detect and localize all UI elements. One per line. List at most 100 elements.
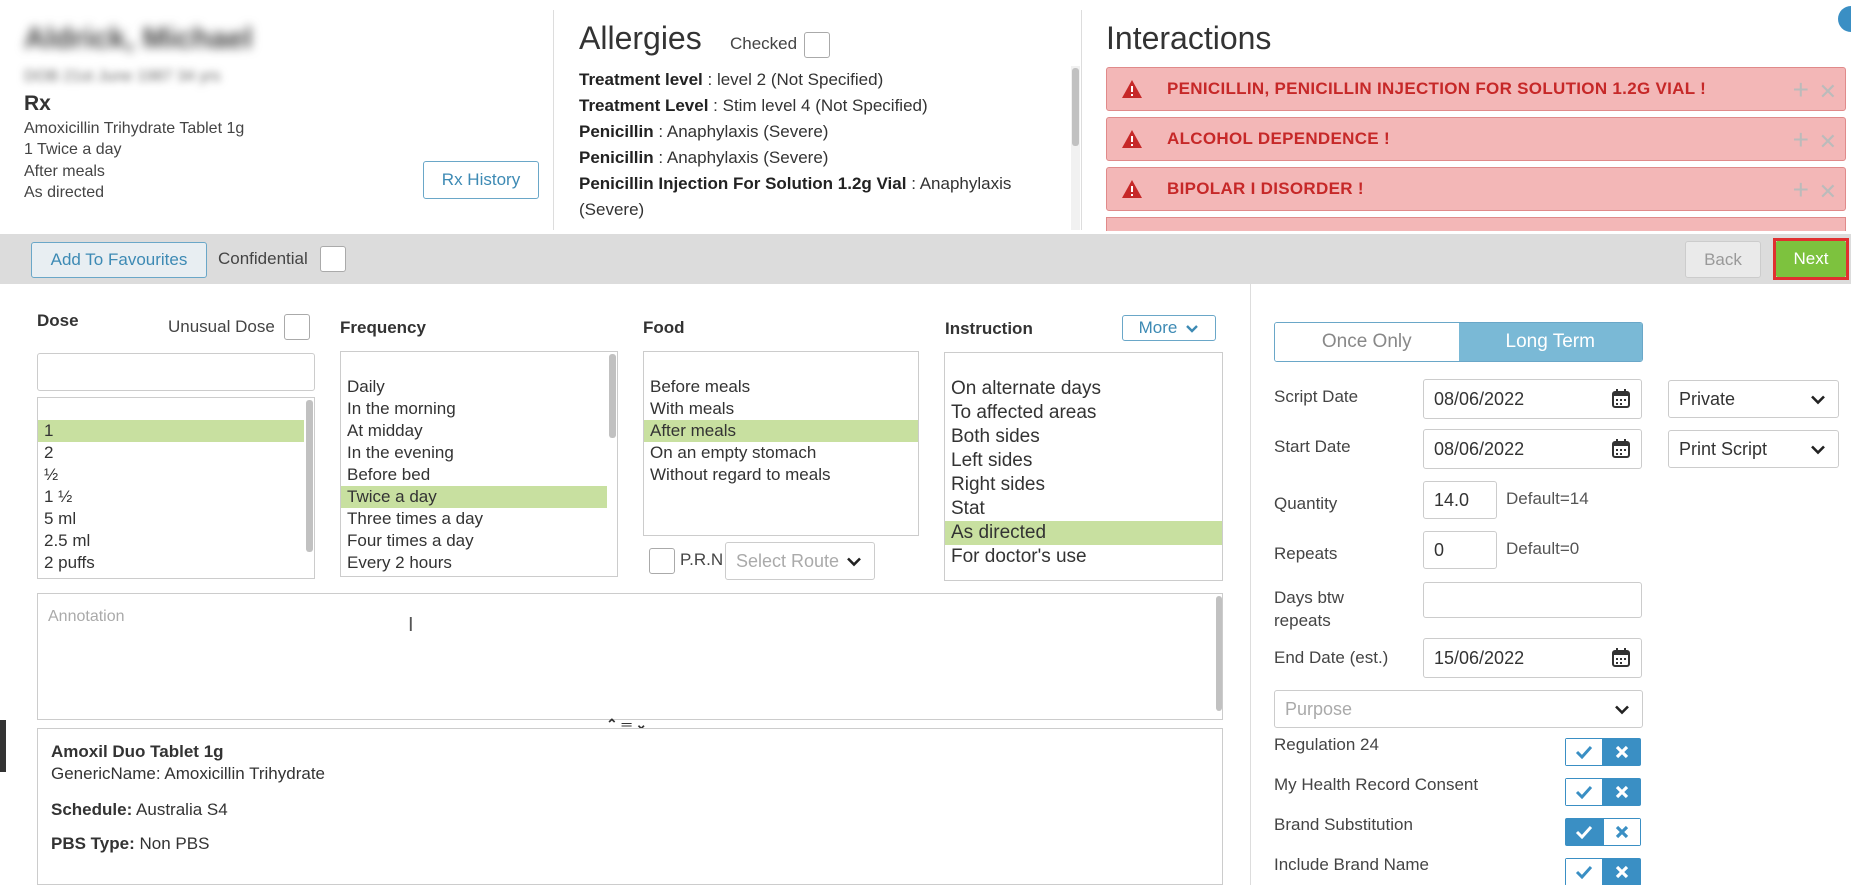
frequency-option[interactable]: Four times a day	[341, 530, 617, 552]
duration-toggle[interactable]: Once Only Long Term	[1274, 322, 1643, 362]
frequency-list[interactable]: Daily In the morning At midday In the ev…	[340, 351, 618, 577]
side-tab[interactable]	[0, 720, 6, 772]
interaction-alert[interactable]: PENICILLIN, PENICILLIN INJECTION FOR SOL…	[1106, 67, 1846, 111]
more-button[interactable]: More	[1122, 315, 1216, 341]
frequency-option[interactable]: In the morning	[341, 398, 617, 420]
food-option[interactable]: On an empty stomach	[644, 442, 918, 464]
next-button[interactable]: Next	[1776, 241, 1846, 277]
route-select[interactable]: Select Route	[725, 542, 875, 580]
end-date-input[interactable]: 15/06/2022	[1423, 638, 1642, 678]
food-option[interactable]: After meals	[644, 420, 918, 442]
quantity-default: Default=14	[1506, 489, 1589, 508]
help-icon[interactable]	[1838, 6, 1851, 32]
quantity-input[interactable]: 14.0	[1423, 481, 1497, 519]
instruction-option[interactable]: On alternate days	[945, 377, 1222, 401]
instruction-option[interactable]: For doctor's use	[945, 545, 1222, 569]
add-to-favourites-button[interactable]: Add To Favourites	[31, 242, 207, 278]
dose-scrollbar-thumb[interactable]	[306, 400, 313, 552]
rx-history-button[interactable]: Rx History	[423, 161, 539, 199]
include-brand-name-toggle[interactable]	[1565, 858, 1641, 885]
instruction-option[interactable]: Left sides	[945, 449, 1222, 473]
close-icon[interactable]: ✕	[1819, 179, 1837, 205]
food-option[interactable]: Without regard to meals	[644, 464, 918, 486]
calendar-icon[interactable]	[1611, 648, 1631, 673]
instruction-option[interactable]: To affected areas	[945, 401, 1222, 425]
script-date-input[interactable]: 08/06/2022	[1423, 379, 1642, 419]
interaction-alert[interactable]: ALCOHOL DEPENDENCE ! + ✕	[1106, 117, 1846, 161]
calendar-icon[interactable]	[1611, 439, 1631, 464]
days-between-input[interactable]	[1423, 582, 1642, 618]
dose-option[interactable]: 1	[38, 420, 304, 442]
instruction-list[interactable]: On alternate days To affected areas Both…	[944, 352, 1223, 581]
brand-substitution-toggle[interactable]	[1565, 818, 1641, 846]
yes-check-icon[interactable]	[1565, 818, 1603, 846]
instruction-option[interactable]: Stat	[945, 497, 1222, 521]
frequency-option[interactable]: Daily	[341, 376, 617, 398]
calendar-icon[interactable]	[1611, 389, 1631, 414]
frequency-option[interactable]: Twice a day	[341, 486, 607, 508]
long-term-option[interactable]: Long Term	[1458, 323, 1642, 361]
rx-dose-line: 1 Twice a day	[24, 141, 122, 158]
drug-details-panel: Amoxil Duo Tablet 1g GenericName: Amoxic…	[37, 728, 1223, 885]
once-only-option[interactable]: Once Only	[1275, 323, 1459, 361]
yes-check-icon[interactable]	[1565, 738, 1603, 766]
food-list[interactable]: Before meals With meals After meals On a…	[643, 351, 919, 536]
frequency-option[interactable]: In the evening	[341, 442, 617, 464]
allergies-scrollbar[interactable]	[1071, 66, 1080, 230]
drug-details-name: Amoxil Duo Tablet 1g	[51, 742, 224, 761]
interaction-alert[interactable]: BIPOLAR I DISORDER ! + ✕	[1106, 167, 1846, 211]
script-date-value: 08/06/2022	[1434, 388, 1525, 409]
script-date-label: Script Date	[1274, 387, 1359, 406]
purpose-select[interactable]: Purpose	[1274, 690, 1643, 728]
frequency-option[interactable]: Every 2 hours	[341, 552, 617, 574]
drug-details-schedule: Schedule: Australia S4	[51, 800, 228, 819]
start-date-input[interactable]: 08/06/2022	[1423, 429, 1642, 469]
dose-option[interactable]: 2	[38, 442, 314, 464]
repeats-input[interactable]: 0	[1423, 531, 1497, 569]
close-icon[interactable]: ✕	[1819, 79, 1837, 105]
regulation-24-toggle[interactable]	[1565, 738, 1641, 766]
annotation-scrollbar-thumb[interactable]	[1216, 596, 1222, 711]
frequency-option[interactable]: Before bed	[341, 464, 617, 486]
food-option[interactable]: Before meals	[644, 376, 918, 398]
frequency-option[interactable]: At midday	[341, 420, 617, 442]
prn-checkbox[interactable]	[649, 548, 675, 574]
allergies-checked-label: Checked	[730, 34, 798, 53]
dose-list[interactable]: 1 2 ½ 1 ½ 5 ml 2.5 ml 2 puffs	[37, 397, 315, 579]
dose-option[interactable]: 2.5 ml	[38, 530, 314, 552]
close-icon[interactable]: ✕	[1819, 129, 1837, 155]
frequency-scrollbar-thumb[interactable]	[609, 354, 616, 438]
print-option-select[interactable]: Print Script	[1668, 430, 1839, 468]
back-button[interactable]: Back	[1685, 241, 1761, 278]
instruction-option[interactable]: Right sides	[945, 473, 1222, 497]
billing-select[interactable]: Private	[1668, 380, 1839, 418]
instruction-option[interactable]: As directed	[945, 521, 1222, 545]
allergies-checked-checkbox[interactable]	[804, 32, 830, 58]
no-x-icon[interactable]	[1603, 818, 1641, 846]
yes-check-icon[interactable]	[1565, 778, 1603, 806]
annotation-textarea[interactable]: Annotation I	[37, 593, 1223, 720]
instruction-option[interactable]: Both sides	[945, 425, 1222, 449]
food-option[interactable]: With meals	[644, 398, 918, 420]
add-icon[interactable]: +	[1793, 74, 1809, 106]
days-between-label-1: Days btw	[1274, 588, 1344, 607]
dose-option[interactable]: 2 puffs	[38, 552, 314, 574]
interaction-text: BIPOLAR I DISORDER !	[1167, 179, 1364, 198]
drug-details-generic: GenericName: Amoxicillin Trihydrate	[51, 764, 325, 783]
dose-option[interactable]: ½	[38, 464, 314, 486]
add-icon[interactable]: +	[1793, 174, 1809, 206]
no-x-icon[interactable]	[1603, 778, 1641, 806]
add-icon[interactable]: +	[1793, 124, 1809, 156]
no-x-icon[interactable]	[1603, 738, 1641, 766]
no-x-icon[interactable]	[1603, 858, 1641, 885]
dose-input[interactable]	[37, 353, 315, 391]
unusual-dose-checkbox[interactable]	[284, 314, 310, 340]
yes-check-icon[interactable]	[1565, 858, 1603, 885]
my-health-record-label: My Health Record Consent	[1274, 775, 1479, 794]
dose-option[interactable]: 5 ml	[38, 508, 314, 530]
confidential-checkbox[interactable]	[320, 246, 346, 272]
my-health-record-toggle[interactable]	[1565, 778, 1641, 806]
allergies-scrollbar-thumb[interactable]	[1072, 68, 1079, 146]
dose-option[interactable]: 1 ½	[38, 486, 314, 508]
frequency-option[interactable]: Three times a day	[341, 508, 617, 530]
